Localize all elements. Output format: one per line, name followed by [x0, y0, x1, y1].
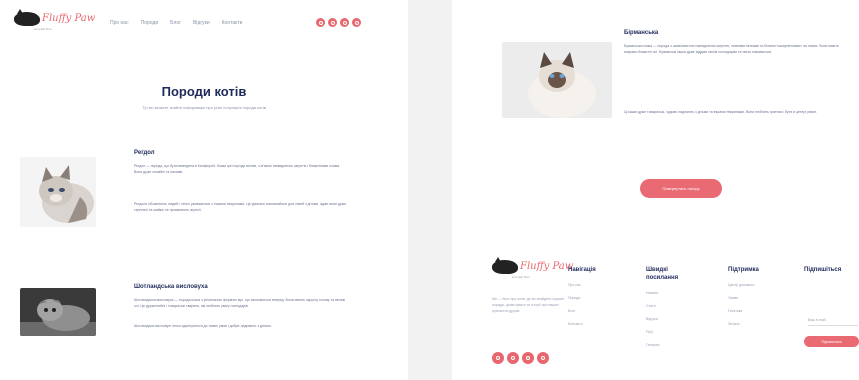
breeds-page-bottom: Бірманська Бірманська кішка — порода з ш…: [452, 0, 859, 380]
footer-description: Ми — блог про котів, де ви знайдете кори…: [492, 297, 565, 313]
birman-photo: [502, 42, 612, 118]
twitter-icon[interactable]: [522, 352, 534, 364]
nav-item-breeds[interactable]: Породи: [141, 20, 159, 26]
subscribe-button[interactable]: Підписатися: [804, 336, 859, 347]
footer-link[interactable]: Галерея: [646, 343, 708, 347]
nav-item-about[interactable]: Про нас: [110, 20, 129, 26]
email-field[interactable]: Ваш e-mail: [808, 318, 858, 326]
instagram-icon[interactable]: [328, 18, 337, 27]
footer-link[interactable]: Новини: [646, 291, 708, 295]
breed-paragraph: Регдоли обожнюють людей і легко уживають…: [134, 202, 347, 212]
logo-script: Fluffy Paw: [520, 261, 574, 272]
breeds-page-top: Fluffy Paw котячий блог Про нас Породи Б…: [0, 0, 408, 380]
cat-logo-icon: [492, 257, 518, 274]
twitter-icon[interactable]: [340, 18, 349, 27]
breed-title: Бірманська: [624, 30, 659, 36]
footer-col-title: Швидкі посилання: [646, 267, 679, 281]
facebook-icon[interactable]: [316, 18, 325, 27]
logo-script: Fluffy Paw: [42, 13, 96, 24]
youtube-icon[interactable]: [352, 18, 361, 27]
youtube-icon[interactable]: [537, 352, 549, 364]
ragdoll-photo: [20, 157, 96, 227]
footer-link[interactable]: Відгуки: [646, 317, 708, 321]
footer-col-subscribe: Підпишіться: [804, 266, 859, 274]
instagram-icon[interactable]: [507, 352, 519, 364]
footer-link[interactable]: Умови: [728, 296, 792, 300]
breed-paragraph: Шотландські висловухі легко адаптуються …: [134, 324, 272, 328]
page-title: Породи котів: [161, 84, 247, 99]
footer-col-navigation: Навігація Про нас Породи Блог Контакти: [568, 266, 626, 326]
footer-link[interactable]: Статті: [646, 304, 708, 308]
breed-paragraph: Шотландська висловуха — порода кішок з у…: [134, 298, 346, 308]
logo-tagline: котячий блог: [512, 275, 530, 279]
scottish-fold-photo: [20, 288, 96, 336]
breed-paragraph: Ці кішки дуже товариські, чудово ладнают…: [624, 110, 817, 114]
breed-title: Шотландська висловуха: [134, 284, 208, 290]
footer-link[interactable]: Блог: [568, 309, 626, 313]
back-to-top-button[interactable]: Повернутись нагору: [640, 179, 722, 198]
footer-socials: [492, 352, 549, 364]
breed-paragraph: Бірманська кішка — порода з шовковистою …: [624, 44, 839, 54]
footer-link[interactable]: FAQ: [646, 330, 708, 334]
nav-item-blog[interactable]: Блог: [170, 20, 181, 26]
nav-item-contacts[interactable]: Контакти: [222, 20, 243, 26]
nav-item-reviews[interactable]: Відгуки: [193, 20, 210, 26]
footer-link[interactable]: Зв'язок: [728, 322, 792, 326]
footer-link[interactable]: Політика: [728, 309, 792, 313]
header-socials: [316, 18, 361, 27]
footer-col-support: Підтримка Центр допомоги Умови Політика …: [728, 266, 792, 326]
footer-logo[interactable]: Fluffy Paw котячий блог: [492, 257, 574, 279]
logo-tagline: котячий блог: [34, 27, 52, 31]
page-lead: Тут ви можете знайти інформацію про різн…: [142, 105, 266, 110]
footer-col-title: Підтримка: [728, 267, 759, 273]
facebook-icon[interactable]: [492, 352, 504, 364]
breed-paragraph: Регдол — порода, що була виведена в Калі…: [134, 164, 341, 174]
footer-col-quick-links: Швидкі посилання Новини Статті Відгуки F…: [646, 266, 708, 347]
footer-link[interactable]: Породи: [568, 296, 626, 300]
footer-link[interactable]: Про нас: [568, 283, 626, 287]
footer-link[interactable]: Центр допомоги: [728, 283, 792, 287]
main-nav: Про нас Породи Блог Відгуки Контакти: [110, 20, 242, 26]
cat-logo-icon: [14, 9, 40, 26]
footer-col-title: Навігація: [568, 267, 596, 273]
site-logo[interactable]: Fluffy Paw котячий блог: [14, 9, 96, 31]
breed-title: Регдол: [134, 150, 155, 156]
footer-link[interactable]: Контакти: [568, 322, 626, 326]
footer-col-title: Підпишіться: [804, 267, 842, 273]
